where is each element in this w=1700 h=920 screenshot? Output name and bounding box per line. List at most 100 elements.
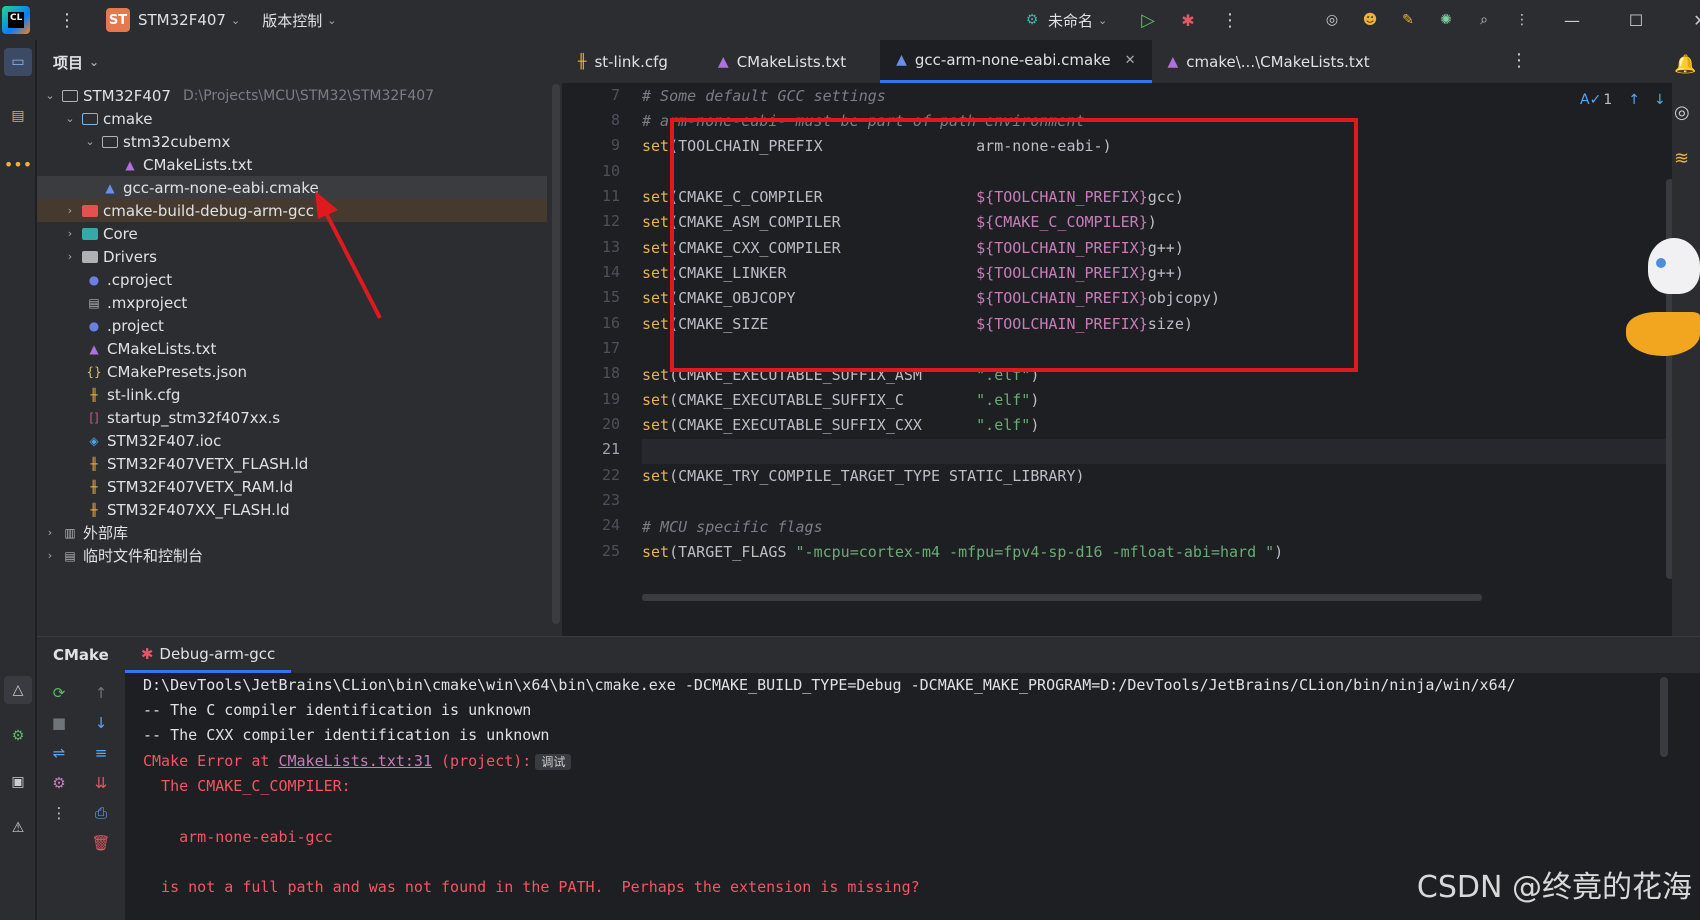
chevron-down-icon: ⌄	[89, 55, 100, 69]
more-tools-icon[interactable]: •••	[4, 150, 32, 178]
line-number: 12	[601, 212, 620, 230]
line-number: 25	[601, 542, 620, 560]
tree-item-scratches[interactable]: › ▤ 临时文件和控制台	[37, 544, 547, 567]
chevron-right-icon: ›	[47, 549, 53, 562]
tree-item-cmakepresets[interactable]: {} CMakePresets.json	[37, 360, 547, 383]
cmake-settings-icon[interactable]: ⚙	[47, 771, 71, 795]
tree-item-drivers[interactable]: › Drivers	[37, 245, 547, 268]
tree-item-ioc[interactable]: ◈ STM32F407.ioc	[37, 429, 547, 452]
tab-cmake-sub-cmakelists[interactable]: ▲ cmake\...\CMakeLists.txt	[1152, 40, 1386, 83]
project-view-icon[interactable]: ▭	[4, 48, 32, 76]
console-scrollbar[interactable]	[1660, 677, 1668, 757]
close-tab-icon[interactable]: ✕	[1125, 53, 1136, 68]
tree-item-stm32cubemx[interactable]: ⌄ stm32cubemx	[37, 130, 547, 153]
tree-item-flash-ld[interactable]: ╫ STM32F407VETX_FLASH.ld	[37, 452, 547, 475]
code-with-me-icon[interactable]: ☻	[1358, 8, 1382, 32]
settings-menu-icon[interactable]: ⋮	[1510, 8, 1534, 32]
arrow-up-icon[interactable]: ↑	[1628, 92, 1640, 108]
arrow-down-icon[interactable]: ↓	[1654, 92, 1666, 108]
more-options-icon[interactable]: ⋮	[47, 801, 71, 825]
project-panel-header[interactable]: 项目 ⌄	[37, 40, 562, 84]
tree-item-external-libs[interactable]: › ▥ 外部库	[37, 521, 547, 544]
clear-all-icon[interactable]: 🗑	[89, 831, 113, 855]
tab-st-link-cfg[interactable]: ╫ st-link.cfg	[562, 40, 684, 83]
scroll-down-icon[interactable]: ↓	[89, 711, 113, 735]
cmake-tool-icon[interactable]: △	[4, 676, 32, 704]
scroll-up-icon[interactable]: ↑	[89, 681, 113, 705]
atom-icon[interactable]: ✺	[1434, 8, 1458, 32]
tree-item-cmakelists-sub[interactable]: ▲ CMakeLists.txt	[37, 153, 547, 176]
line-number: 19	[601, 390, 620, 408]
tree-item-project[interactable]: ● .project	[37, 314, 547, 337]
vcs-menu[interactable]: 版本控制	[262, 10, 322, 31]
reload-icon[interactable]: ⟳	[47, 681, 71, 705]
code-line: set(CMAKE_EXECUTABLE_SUFFIX_CXX ".elf")	[642, 416, 1040, 434]
run-config-select[interactable]: 未命名	[1048, 10, 1093, 31]
more-actions-icon[interactable]: ⋮	[1218, 8, 1242, 32]
tab-actions-icon[interactable]: ⋮	[1510, 50, 1528, 71]
folder-icon	[61, 88, 79, 104]
tab-gcc-cmake[interactable]: ▲ gcc-arm-none-eabi.cmake ✕	[880, 40, 1152, 83]
print-icon[interactable]: ⎙	[89, 801, 113, 825]
tree-item-gcc-cmake[interactable]: ▲ gcc-arm-none-eabi.cmake	[37, 176, 547, 199]
project-scrollbar[interactable]	[552, 84, 560, 624]
inspection-widget[interactable]: A✓ 1 ↑ ↓	[1580, 92, 1666, 108]
scratches-icon: ▤	[64, 548, 76, 563]
tree-item-cproject[interactable]: ● .cproject	[37, 268, 547, 291]
tree-item-cmake[interactable]: ⌄ cmake	[37, 107, 547, 130]
linker-file-icon: ╫	[90, 502, 98, 517]
main-menu-icon[interactable]: ⋮	[58, 10, 76, 31]
chevron-right-icon: ›	[67, 227, 73, 240]
chevron-down-icon: ⌄	[1098, 13, 1108, 27]
notifications-icon[interactable]: 🔔	[1674, 54, 1696, 75]
search-icon[interactable]: ⌕	[1472, 8, 1496, 32]
error-location-link[interactable]: CMakeLists.txt:31	[278, 752, 432, 770]
tree-item-label: cmake	[103, 109, 153, 128]
close-icon[interactable]: ✕	[1688, 8, 1700, 32]
maximize-icon[interactable]: ☐	[1624, 8, 1648, 32]
tree-item-cmakelists[interactable]: ▲ CMakeLists.txt	[37, 337, 547, 360]
tree-item-build-dir[interactable]: › cmake-build-debug-arm-gcc	[37, 199, 547, 222]
tree-item-label: stm32cubemx	[123, 132, 231, 151]
tree-item-label: .project	[107, 316, 164, 335]
build-tools-icon[interactable]: ✎	[1396, 8, 1420, 32]
chevron-down-icon: ⌄	[85, 135, 95, 148]
minimize-icon[interactable]: —	[1560, 8, 1584, 32]
bottom-tab-bar: CMake ✱ Debug-arm-gcc	[37, 637, 1700, 673]
soft-wrap-icon[interactable]: ≡	[89, 741, 113, 765]
database-icon[interactable]: ≋	[1674, 148, 1689, 169]
tab-cmakelists[interactable]: ▲ CMakeLists.txt	[684, 40, 862, 83]
problems-icon[interactable]: ⚠	[4, 814, 32, 842]
services-icon[interactable]: ⚙	[4, 722, 32, 750]
ai-chat-icon[interactable]: ◎	[1674, 102, 1690, 123]
structure-icon[interactable]: ▤	[4, 102, 32, 130]
settings-sliders-icon[interactable]: ⇌	[47, 741, 71, 765]
tree-item-root[interactable]: ⌄ STM32F407 D:\Projects\MCU\STM32\STM32F…	[37, 84, 547, 107]
console-error-line: The CMAKE_C_COMPILER:	[143, 777, 351, 795]
tab-cmake[interactable]: CMake	[37, 637, 125, 673]
tree-item-startup[interactable]: [] startup_stm32f407xx.s	[37, 406, 547, 429]
stop-icon[interactable]: ■	[47, 711, 71, 735]
debug-icon[interactable]: ✱	[1176, 8, 1200, 32]
run-icon[interactable]: ▷	[1136, 8, 1160, 32]
tree-item-core[interactable]: › Core	[37, 222, 547, 245]
ai-assistant-icon[interactable]: ◎	[1320, 8, 1344, 32]
tree-item-stlink[interactable]: ╫ st-link.cfg	[37, 383, 547, 406]
project-switcher[interactable]: STM32F407	[138, 11, 226, 29]
eclipse-file-icon: ●	[88, 318, 100, 333]
tree-item-xx-flash-ld[interactable]: ╫ STM32F407XX_FLASH.ld	[37, 498, 547, 521]
debug-chip[interactable]: 调试	[535, 754, 572, 770]
tab-debug-arm-gcc[interactable]: ✱ Debug-arm-gcc	[124, 637, 292, 673]
tree-item-mxproject[interactable]: ▤ .mxproject	[37, 291, 547, 314]
console-line: -- The C compiler identification is unkn…	[143, 701, 532, 719]
scroll-to-end-icon[interactable]: ⇊	[89, 771, 113, 795]
chevron-down-icon: ⌄	[230, 13, 241, 27]
terminal-icon[interactable]: ▣	[4, 768, 32, 796]
tree-item-ram-ld[interactable]: ╫ STM32F407VETX_RAM.ld	[37, 475, 547, 498]
cmake-file-icon: ▲	[89, 341, 99, 356]
clion-logo-icon: CL	[2, 6, 30, 34]
tree-item-label: STM32F407XX_FLASH.ld	[107, 500, 290, 519]
tree-item-label: startup_stm32f407xx.s	[107, 408, 281, 427]
editor-h-scrollbar[interactable]	[642, 594, 1482, 601]
watermark: CSDN @终竟的花海	[1416, 870, 1692, 905]
